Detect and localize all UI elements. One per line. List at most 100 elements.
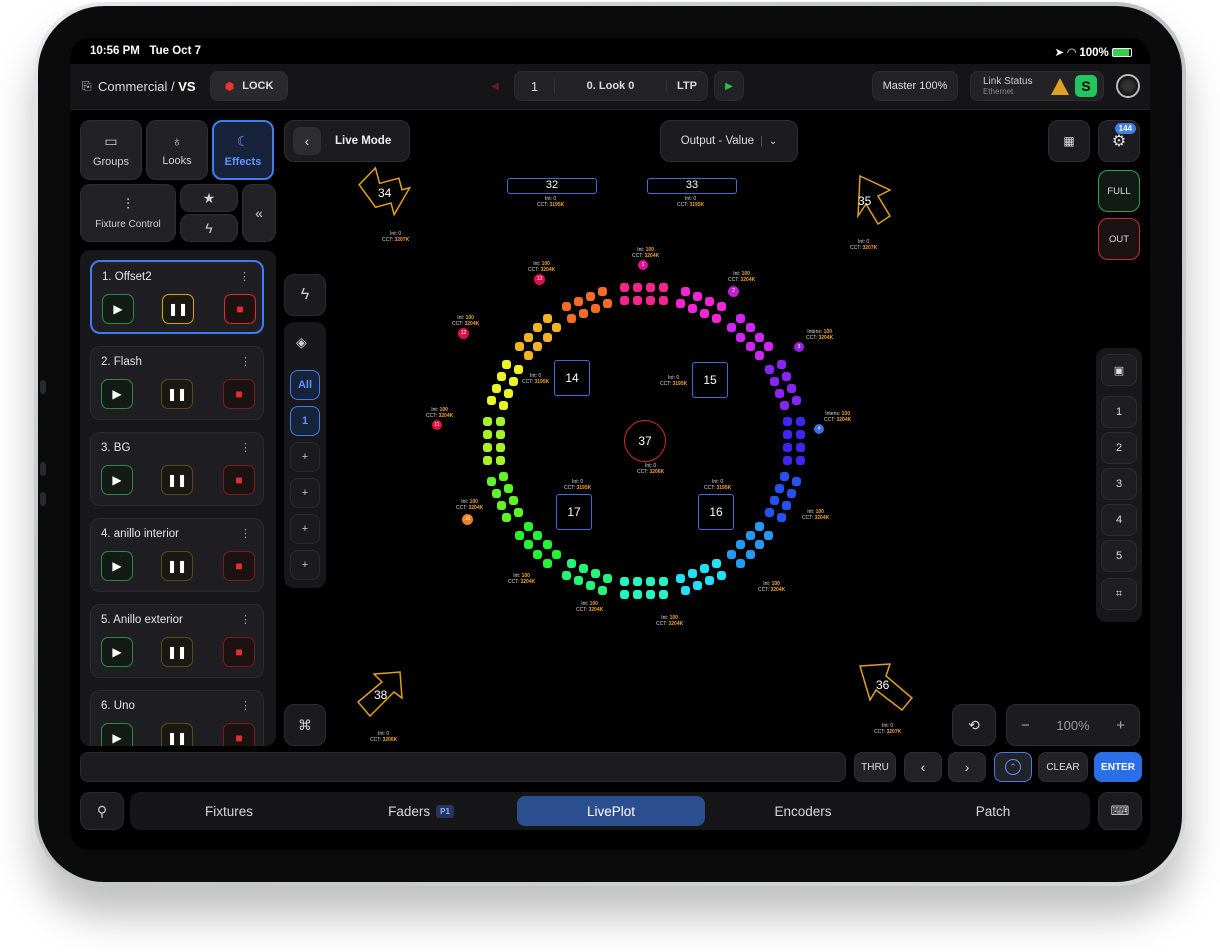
fixture-dot[interactable] <box>763 341 773 351</box>
fixture-dot[interactable] <box>727 549 737 559</box>
fixture-dot[interactable] <box>783 417 792 426</box>
out-button[interactable]: OUT <box>1098 218 1140 260</box>
tab-fixtures[interactable]: Fixtures <box>134 796 324 826</box>
fixture-dot[interactable] <box>578 309 588 319</box>
fixture-dot[interactable] <box>542 558 552 568</box>
fixture-dot[interactable] <box>779 472 789 482</box>
fixture-dot[interactable] <box>573 297 583 307</box>
fixture-dot[interactable] <box>712 558 722 568</box>
fixture-dot[interactable] <box>786 489 796 499</box>
fixture-dot[interactable] <box>796 430 805 439</box>
add-layer-button[interactable]: + <box>290 442 320 472</box>
fixture-dot[interactable] <box>745 341 755 351</box>
settings-button[interactable]: ⚙ 144 <box>1098 120 1140 162</box>
fixture-dot[interactable] <box>779 400 789 410</box>
fit-view-button[interactable]: ⌗ <box>1101 578 1137 610</box>
fixture-dot[interactable] <box>542 540 552 550</box>
more-icon[interactable]: ⋮ <box>240 527 251 540</box>
grandmaster-knob-icon[interactable] <box>1116 74 1140 98</box>
fixture-dot[interactable] <box>566 314 576 324</box>
flash-mode-button[interactable]: ϟ <box>284 274 326 316</box>
more-icon[interactable]: ⋮ <box>240 441 251 454</box>
fixture-dot[interactable] <box>514 508 524 518</box>
page-1-button[interactable]: 1 <box>1101 396 1137 428</box>
fixture-dot[interactable] <box>676 299 686 309</box>
fixture-dot[interactable] <box>483 417 492 426</box>
command-line-input[interactable] <box>80 752 846 782</box>
fixture-dot[interactable] <box>791 395 801 405</box>
fixture-dot[interactable] <box>566 558 576 568</box>
page-4-button[interactable]: 4 <box>1101 504 1137 536</box>
more-icon[interactable]: ⋮ <box>240 613 251 626</box>
stop-button[interactable]: ■ <box>223 465 255 495</box>
output-select[interactable]: Output - Value | ⌄ <box>660 120 798 162</box>
play-button[interactable]: ▶ <box>101 723 133 746</box>
fixture-dot[interactable] <box>633 577 642 586</box>
fixture-dot[interactable] <box>524 332 534 342</box>
fixture-dot[interactable] <box>646 577 655 586</box>
fixture-dot[interactable] <box>524 522 534 532</box>
fixture-dot[interactable] <box>727 323 737 333</box>
play-button[interactable]: ▶ <box>101 551 133 581</box>
list-item[interactable]: 4. anillo interior ⋮ ▶ ❚❚ ■ <box>90 518 264 592</box>
stop-button[interactable]: ■ <box>224 294 256 324</box>
tab-looks[interactable]: ♁ Looks <box>146 120 208 180</box>
layers-icon[interactable]: ◈ <box>296 334 307 351</box>
page-view-button[interactable]: ▣ <box>1101 354 1137 386</box>
enter-button[interactable]: ENTER <box>1094 752 1142 782</box>
fixture-dot[interactable] <box>487 395 497 405</box>
fixture-dot[interactable] <box>717 570 727 580</box>
fixture-dot[interactable] <box>602 299 612 309</box>
fixture-dot[interactable] <box>499 400 509 410</box>
fixture-dot[interactable] <box>659 577 668 586</box>
fixture-dot[interactable] <box>764 508 774 518</box>
stop-button[interactable]: ■ <box>223 379 255 409</box>
page-3-button[interactable]: 3 <box>1101 468 1137 500</box>
fixture-dot[interactable] <box>499 472 509 482</box>
pause-button[interactable]: ❚❚ <box>162 294 194 324</box>
fixture-dot[interactable] <box>515 341 525 351</box>
fixture-dot[interactable] <box>705 297 715 307</box>
pause-button[interactable]: ❚❚ <box>161 723 193 746</box>
fixture-dot[interactable] <box>585 292 595 302</box>
cue-selector[interactable]: 1 0. Look 0 LTP <box>514 71 708 101</box>
fixture-dot[interactable] <box>533 323 543 333</box>
fixture-dot[interactable] <box>585 580 595 590</box>
fixture-dot[interactable] <box>717 302 727 312</box>
fixture-dot[interactable] <box>783 443 792 452</box>
fixture-dot[interactable] <box>774 484 784 494</box>
play-button[interactable]: ▶ <box>101 637 133 667</box>
fixture-dot[interactable] <box>492 383 502 393</box>
fixture-dot[interactable] <box>736 314 746 324</box>
fixture-dot[interactable] <box>796 417 805 426</box>
fixture-dot[interactable] <box>483 443 492 452</box>
fixture-dot[interactable] <box>700 309 710 319</box>
fixture-dot[interactable] <box>620 283 629 292</box>
page-2-button[interactable]: 2 <box>1101 432 1137 464</box>
fixture-dot[interactable] <box>533 341 543 351</box>
page-5-button[interactable]: 5 <box>1101 540 1137 572</box>
list-item[interactable]: 2. Flash ⋮ ▶ ❚❚ ■ <box>90 346 264 420</box>
add-layer-button[interactable]: + <box>290 550 320 580</box>
fixture-dot[interactable] <box>633 296 642 305</box>
fixture-dot[interactable] <box>791 477 801 487</box>
fixture-dot[interactable] <box>659 590 668 599</box>
play-button[interactable]: ▶ <box>102 294 134 324</box>
fixture-dot[interactable] <box>646 296 655 305</box>
fixture-dot[interactable] <box>504 388 514 398</box>
fixture-dot[interactable] <box>597 287 607 297</box>
go-button[interactable]: ▶ <box>714 71 744 101</box>
fixture-dot[interactable] <box>688 304 698 314</box>
fixture-dot[interactable] <box>483 456 492 465</box>
joystick-button[interactable]: ⚲ <box>80 792 124 830</box>
fixture-dot[interactable] <box>754 522 764 532</box>
fixture-dot[interactable] <box>551 323 561 333</box>
thru-button[interactable]: THRU <box>854 752 896 782</box>
breadcrumb[interactable]: Commercial / VS <box>98 79 196 94</box>
fixture-dot[interactable] <box>590 568 600 578</box>
fixture-dot[interactable] <box>776 359 786 369</box>
fixture-dot[interactable] <box>514 364 524 374</box>
fixture-dot[interactable] <box>542 314 552 324</box>
tab-encoders[interactable]: Encoders <box>708 796 898 826</box>
fixture-dot[interactable] <box>620 296 629 305</box>
